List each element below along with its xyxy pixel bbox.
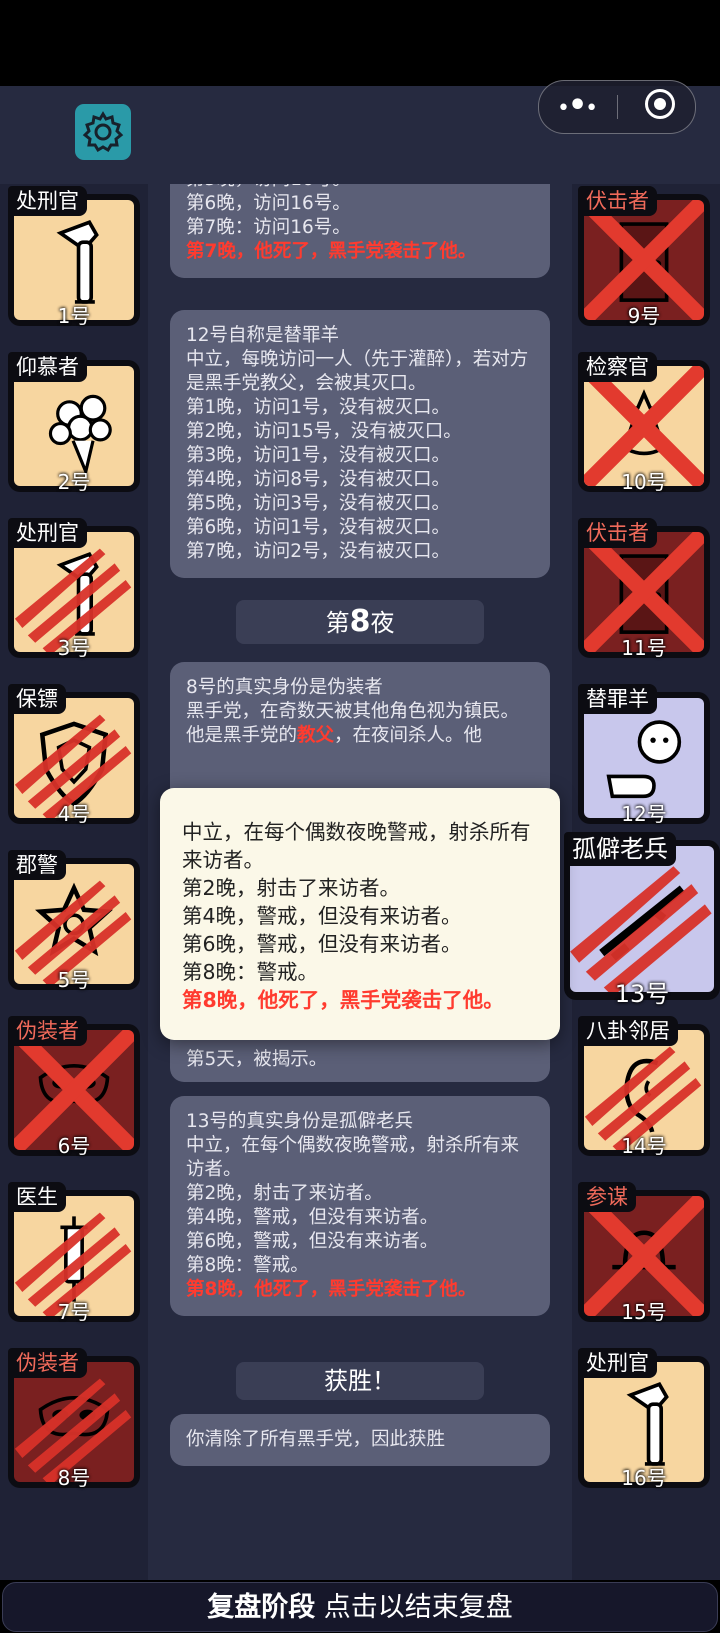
- role-label: 处刑官: [578, 1348, 657, 1378]
- night-8-header: 第8夜: [236, 600, 484, 644]
- player-card-7[interactable]: 医生 7号: [8, 1182, 140, 1324]
- settings-gear-icon[interactable]: [75, 104, 131, 160]
- player-number: 1号: [57, 304, 91, 328]
- role-label: 处刑官: [8, 518, 87, 548]
- role-portrait: [570, 846, 714, 992]
- player-card-5[interactable]: 郡警 5号: [8, 850, 140, 992]
- axe-icon: [626, 1382, 669, 1466]
- victory-message: 你清除了所有黑手党，因此获胜: [170, 1414, 550, 1466]
- player-card-10[interactable]: 检察官 10号: [578, 352, 710, 494]
- player-card-12[interactable]: 替罪羊 12号: [578, 684, 710, 826]
- player-number: 9号: [627, 304, 661, 328]
- log-entry-9: 第5晚，访问16号。 第6晚，访问16号。 第7晚：访问16号。 第7晚，他死了…: [170, 184, 550, 278]
- log-entry-12: 12号自称是替罪羊 中立，每晚访问一人（先于灌醉），若对方是黑手党教父，会被其灭…: [170, 310, 550, 578]
- role-label: 伏击者: [578, 186, 657, 216]
- player-number: 7号: [57, 1300, 91, 1324]
- player-number: 14号: [621, 1134, 667, 1158]
- miniprogram-menu-capsule[interactable]: •••: [538, 80, 696, 134]
- player-card-8[interactable]: 伪装者 8号: [8, 1348, 140, 1490]
- role-label: 伪装者: [8, 1016, 87, 1046]
- player-card-6[interactable]: 伪装者 6号: [8, 1016, 140, 1158]
- close-target-icon[interactable]: [645, 89, 675, 119]
- player-card-4[interactable]: 保镖 4号: [8, 684, 140, 826]
- player-number: 8号: [57, 1466, 91, 1490]
- bottom-bar: 复盘阶段 点击以结束复盘: [0, 1580, 720, 1633]
- player-number: 16号: [621, 1466, 667, 1490]
- player-card-13[interactable]: 孤僻老兵 13号: [564, 832, 720, 1008]
- role-label: 伏击者: [578, 518, 657, 548]
- player-card-14[interactable]: 八卦邻居 14号: [578, 1016, 710, 1158]
- popup-text: 中立，在每个偶数夜晚警戒，射杀所有来访者。 第2晚，射击了来访者。 第4晚，警戒…: [182, 820, 531, 984]
- player-number: 3号: [57, 636, 91, 660]
- end-replay-button[interactable]: 复盘阶段 点击以结束复盘: [2, 1582, 718, 1632]
- bouquet-icon: [48, 394, 112, 477]
- capsule-divider: [617, 95, 618, 119]
- role-label: 仰慕者: [8, 352, 87, 382]
- role-label: 替罪羊: [578, 684, 657, 714]
- role-label: 八卦邻居: [578, 1016, 678, 1046]
- player-card-3[interactable]: 处刑官 3号: [8, 518, 140, 660]
- role-label: 伪装者: [8, 1348, 87, 1378]
- player-card-11[interactable]: 伏击者 11号: [578, 518, 710, 660]
- role-label: 孤僻老兵: [564, 832, 676, 866]
- role-label: 保镖: [8, 684, 66, 714]
- role-label: 参谋: [578, 1182, 636, 1212]
- player-number: 4号: [57, 802, 91, 826]
- game-screen: 处刑官 1号 仰慕者 2号 处刑官 3号 保镖 4号 郡警 5号 伪装者 6号 医生 7号 伪装者 8号 伏击…: [0, 86, 720, 1633]
- role-detail-popup[interactable]: 中立，在每个偶数夜晚警戒，射杀所有来访者。 第2晚，射击了来访者。 第4晚，警戒…: [160, 788, 560, 1040]
- player-card-16[interactable]: 处刑官 16号: [578, 1348, 710, 1490]
- player-number: 2号: [57, 470, 91, 494]
- player-number: 13号: [614, 980, 670, 1008]
- player-number: 6号: [57, 1134, 91, 1158]
- player-card-15[interactable]: 参谋 15号: [578, 1182, 710, 1324]
- role-label: 检察官: [578, 352, 657, 382]
- player-number: 12号: [621, 802, 667, 826]
- role-label: 医生: [8, 1182, 66, 1212]
- player-number: 10号: [621, 470, 667, 494]
- player-number: 11号: [621, 636, 667, 660]
- player-number: 5号: [57, 968, 91, 992]
- victory-header: 获胜！: [236, 1362, 484, 1400]
- sheep-icon: [606, 720, 682, 799]
- claw-marks-icon: [570, 866, 712, 992]
- more-dots-icon[interactable]: •••: [557, 91, 598, 121]
- player-card-1[interactable]: 处刑官 1号: [8, 186, 140, 328]
- popup-death-text: 第8晚，他死了，黑手党袭击了他。: [182, 988, 504, 1012]
- role-label: 郡警: [8, 850, 66, 880]
- player-card-9[interactable]: 伏击者 9号: [578, 186, 710, 328]
- axe-icon: [56, 220, 99, 304]
- player-card-2[interactable]: 仰慕者 2号: [8, 352, 140, 494]
- role-label: 处刑官: [8, 186, 87, 216]
- log-entry-13: 13号的真实身份是孤僻老兵 中立，在每个偶数夜晚警戒，射杀所有来访者。 第2晚，…: [170, 1096, 550, 1316]
- player-number: 15号: [621, 1300, 667, 1324]
